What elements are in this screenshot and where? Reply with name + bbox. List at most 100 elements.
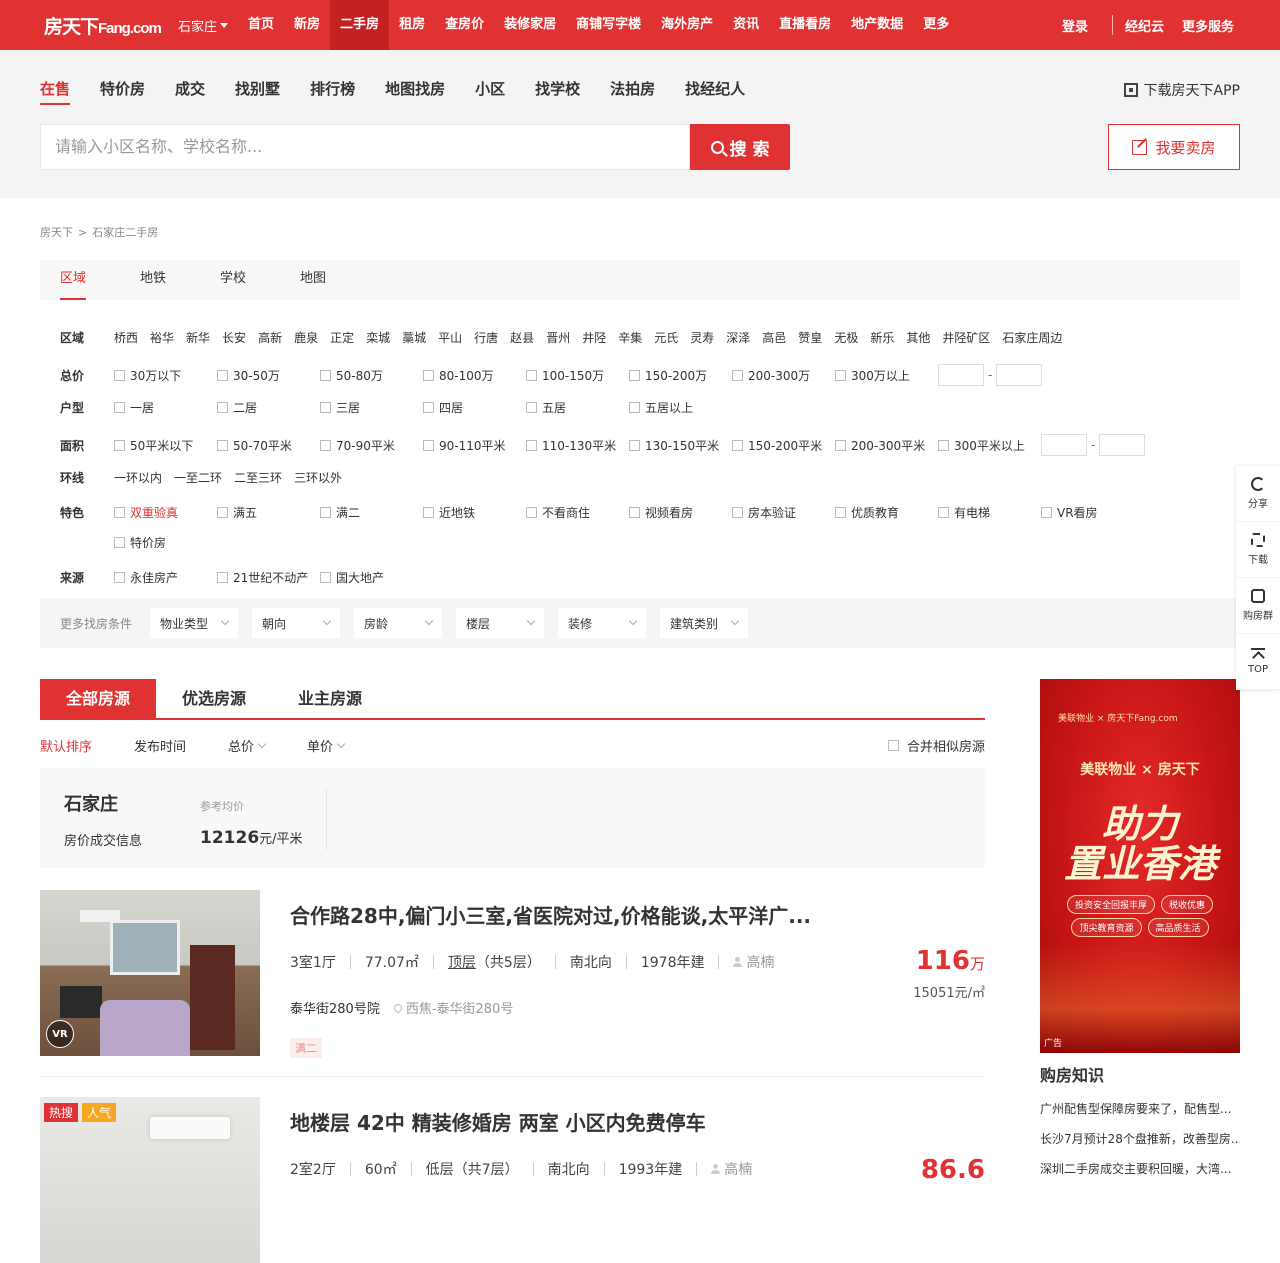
subnav-item[interactable]: 特价房	[100, 78, 145, 105]
filter-checkbox[interactable]: 三居	[320, 399, 423, 416]
more-services-link[interactable]: 更多服务	[1182, 16, 1234, 35]
nav-item[interactable]: 直播看房	[769, 0, 841, 50]
filter-option[interactable]: 桥西	[114, 329, 138, 346]
filter-option[interactable]: 鹿泉	[294, 329, 318, 346]
filter-checkbox[interactable]: 近地铁	[423, 504, 526, 521]
filter-checkbox[interactable]: 300万以上	[835, 367, 938, 384]
filter-option[interactable]: 新乐	[870, 329, 894, 346]
filter-option[interactable]: 灵寿	[690, 329, 714, 346]
filter-tab[interactable]: 学校	[220, 260, 246, 300]
filter-option[interactable]: 晋州	[546, 329, 570, 346]
sort-option[interactable]: 发布时间	[134, 736, 186, 755]
listing-item[interactable]: VR 合作路28中,偏门小三室,省医院对过,价格能谈,太平洋广... 3室1厅 …	[40, 890, 985, 1080]
sell-house-button[interactable]: 我要卖房	[1108, 124, 1240, 170]
filter-checkbox[interactable]: 满五	[217, 504, 320, 521]
filter-dropdown[interactable]: 楼层	[456, 608, 545, 638]
nav-item[interactable]: 首页	[238, 0, 284, 50]
filter-checkbox[interactable]: 四居	[423, 399, 526, 416]
filter-option[interactable]: 长安	[222, 329, 246, 346]
breadcrumb-item[interactable]: 房天下	[40, 226, 73, 239]
filter-checkbox[interactable]: 不看商住	[526, 504, 629, 521]
subnav-item[interactable]: 小区	[475, 78, 505, 105]
knowledge-item[interactable]: 长沙7月预计28个盘推新，改善型房...	[1040, 1130, 1240, 1147]
filter-option[interactable]: 一环以内	[114, 469, 162, 486]
breadcrumb-item[interactable]: 石家庄二手房	[92, 226, 158, 239]
filter-checkbox[interactable]: 50平米以下	[114, 437, 217, 454]
filter-option[interactable]: 藁城	[402, 329, 426, 346]
buyer-group-button[interactable]: 购房群	[1236, 578, 1280, 634]
subnav-item[interactable]: 地图找房	[385, 78, 445, 105]
filter-option[interactable]: 石家庄周边	[1002, 329, 1062, 346]
filter-option[interactable]: 新华	[186, 329, 210, 346]
filter-checkbox[interactable]: 70-90平米	[320, 437, 423, 454]
price-deal-info-link[interactable]: 房价成交信息	[64, 830, 142, 849]
range-min-input[interactable]	[1041, 434, 1087, 456]
filter-checkbox[interactable]: 视频看房	[629, 504, 732, 521]
nav-item[interactable]: 商铺写字楼	[566, 0, 651, 50]
filter-checkbox[interactable]: 国大地产	[320, 569, 423, 586]
subnav-item[interactable]: 成交	[175, 78, 205, 105]
subnav-item[interactable]: 在售	[40, 78, 71, 105]
range-min-input[interactable]	[938, 364, 984, 386]
community-link[interactable]: 泰华街280号院	[290, 998, 380, 1017]
filter-checkbox[interactable]: 50-70平米	[217, 437, 320, 454]
filter-checkbox[interactable]: 优质教育	[835, 504, 938, 521]
filter-option[interactable]: 无极	[834, 329, 858, 346]
filter-checkbox[interactable]: 50-80万	[320, 367, 423, 384]
filter-tab[interactable]: 地铁	[140, 260, 166, 300]
filter-checkbox[interactable]: 80-100万	[423, 367, 526, 384]
listing-photo[interactable]: 热搜 人气	[40, 1097, 260, 1263]
filter-dropdown[interactable]: 物业类型	[150, 608, 239, 638]
filter-option[interactable]: 赵县	[510, 329, 534, 346]
filter-checkbox[interactable]: 130-150平米	[629, 437, 732, 454]
filter-option[interactable]: 高邑	[762, 329, 786, 346]
filter-checkbox[interactable]: 特价房	[114, 534, 217, 551]
back-to-top-button[interactable]: TOP	[1236, 634, 1280, 690]
filter-option[interactable]: 行唐	[474, 329, 498, 346]
download-button[interactable]: 下载	[1236, 522, 1280, 578]
listing-tab[interactable]: 优选房源	[156, 679, 272, 718]
sort-option[interactable]: 单价	[307, 736, 346, 755]
filter-option[interactable]: 平山	[438, 329, 462, 346]
filter-option[interactable]: 其他	[906, 329, 930, 346]
nav-item[interactable]: 海外房产	[651, 0, 723, 50]
filter-dropdown[interactable]: 朝向	[252, 608, 341, 638]
filter-dropdown[interactable]: 房龄	[354, 608, 443, 638]
search-input[interactable]: 请输入小区名称、学校名称...	[40, 124, 690, 170]
site-logo[interactable]: 房天下Fang.com	[44, 12, 168, 39]
nav-item[interactable]: 租房	[389, 0, 435, 50]
filter-option[interactable]: 深泽	[726, 329, 750, 346]
nav-item[interactable]: 查房价	[435, 0, 494, 50]
filter-tab[interactable]: 区域	[60, 260, 87, 300]
filter-checkbox[interactable]: 满二	[320, 504, 423, 521]
share-button[interactable]: 分享	[1236, 466, 1280, 522]
nav-item[interactable]: 新房	[284, 0, 330, 50]
subnav-item[interactable]: 法拍房	[610, 78, 655, 105]
filter-option[interactable]: 辛集	[618, 329, 642, 346]
agent-link[interactable]: 经纪云	[1125, 16, 1164, 35]
app-download-link[interactable]: 下载房天下APP	[1123, 80, 1240, 100]
filter-checkbox[interactable]: 21世纪不动产	[217, 569, 320, 586]
filter-checkbox[interactable]: 永佳房产	[114, 569, 217, 586]
filter-dropdown[interactable]: 建筑类别	[660, 608, 749, 638]
filter-checkbox[interactable]: 300平米以上	[938, 437, 1041, 454]
knowledge-item[interactable]: 深圳二手房成交主要积回暖，大湾...	[1040, 1160, 1240, 1177]
filter-option[interactable]: 高新	[258, 329, 282, 346]
filter-option[interactable]: 裕华	[150, 329, 174, 346]
subnav-item[interactable]: 找别墅	[235, 78, 280, 105]
filter-option[interactable]: 一至二环	[174, 469, 222, 486]
filter-option[interactable]: 赞皇	[798, 329, 822, 346]
listing-tab[interactable]: 业主房源	[272, 679, 388, 718]
filter-checkbox[interactable]: 五居以上	[629, 399, 732, 416]
nav-item[interactable]: 二手房	[330, 0, 390, 50]
filter-checkbox[interactable]: 房本验证	[732, 504, 835, 521]
sort-option[interactable]: 默认排序	[40, 736, 92, 755]
listing-title[interactable]: 合作路28中,偏门小三室,省医院对过,价格能谈,太平洋广...	[290, 900, 811, 929]
filter-checkbox[interactable]: 100-150万	[526, 367, 629, 384]
filter-checkbox[interactable]: 30万以下	[114, 367, 217, 384]
nav-item[interactable]: 装修家居	[494, 0, 566, 50]
nav-item[interactable]: 资讯	[723, 0, 769, 50]
filter-option[interactable]: 元氏	[654, 329, 678, 346]
listing-tab[interactable]: 全部房源	[40, 679, 156, 718]
login-link[interactable]: 登录	[1062, 16, 1088, 35]
